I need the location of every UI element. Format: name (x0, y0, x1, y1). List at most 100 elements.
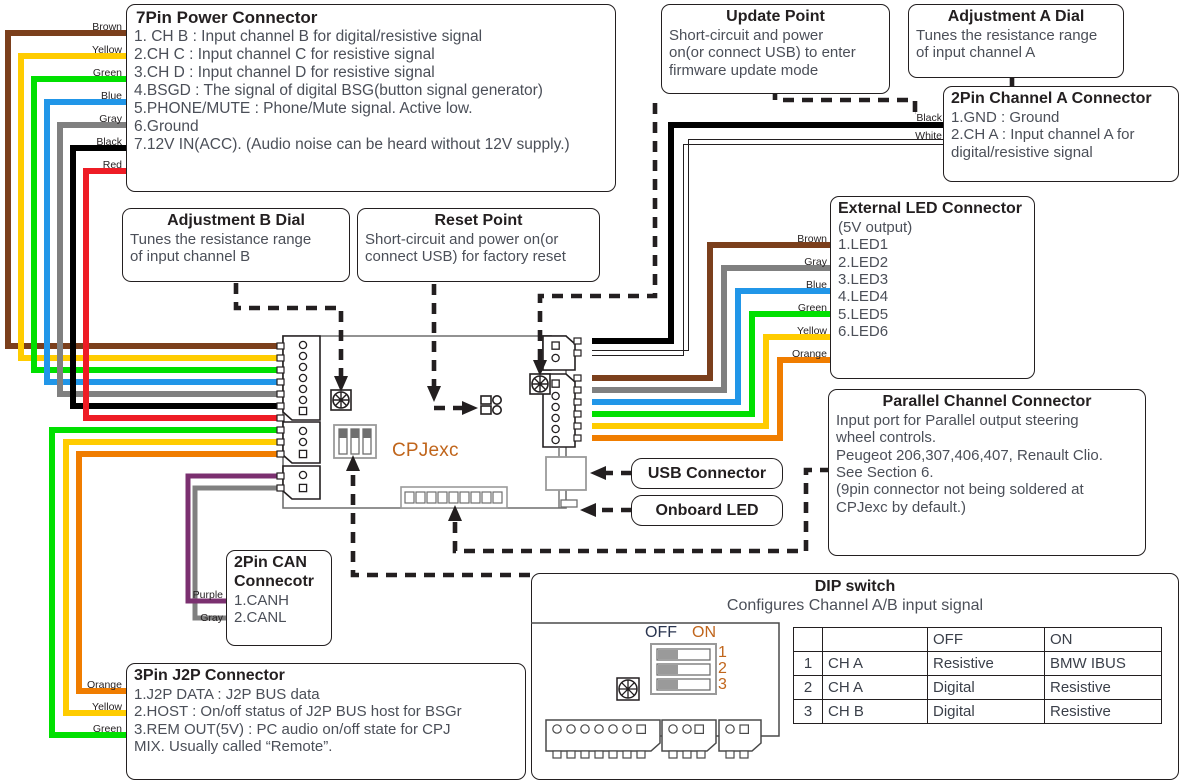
table-cell: 3 (793, 699, 823, 724)
wire-label-orange-bottom: Orange (86, 679, 122, 691)
board-label: CPJexc (392, 440, 459, 461)
callout-title: 3Pin J2P Connector (134, 667, 285, 684)
leader-arrowheads (334, 360, 606, 521)
callout-line: 1.J2P DATA : J2P BUS data (134, 685, 320, 703)
callout-line: 2.LED2 (838, 253, 889, 271)
callout-parallel-channel-connector: Parallel Channel Connector Input port fo… (828, 389, 1146, 556)
callout-line: 5.LED5 (838, 305, 889, 323)
callout-title: Reset Point (434, 212, 523, 229)
dip-off-label: OFF (645, 624, 677, 641)
callout-line: 6.LED6 (838, 323, 889, 341)
callout-line: CPJexc by default.) (836, 498, 967, 516)
trimpot-b (330, 389, 352, 411)
wire-label-black-top: Black (96, 136, 122, 148)
table-cell: CH B (822, 699, 928, 724)
callout-line: Tunes the resistance range (130, 230, 312, 248)
callout-title: Parallel Channel Connector (882, 393, 1092, 410)
callout-line: of input channel A (916, 44, 1036, 62)
callout-line: (9pin connector not being soldered at (836, 481, 1084, 499)
wire-label-purple-can: Purple (192, 589, 223, 601)
callout-line: (5V output) (838, 218, 913, 236)
table-cell: OFF (927, 627, 1045, 652)
wire-label-green-bottom: Green (92, 723, 122, 735)
callout-line: 3.LED3 (838, 271, 889, 289)
dip-switch-table: OFF ON 1 CH A Resistive BMW IBUS 2 CH A … (793, 627, 1162, 724)
table-cell: Resistive (1044, 675, 1162, 700)
dip-switch-subtitle: Configures Channel A/B input signal (726, 596, 984, 614)
callout-line: firmware update mode (669, 61, 819, 79)
callout-title: Adjustment B Dial (167, 212, 305, 229)
table-cell (822, 627, 928, 652)
callout-adjustment-b-dial: Adjustment B Dial Tunes the resistance r… (122, 208, 350, 282)
callout-reset-point: Reset Point Short-circuit and power on(o… (357, 208, 600, 282)
table-header-row: OFF ON (793, 627, 1162, 652)
callout-line: 2.HOST : On/off status of J2P BUS host f… (134, 703, 462, 721)
reset-update-pads (480, 394, 502, 415)
callout-line: 6.Ground (134, 117, 199, 135)
callout-line: 3.REM OUT(5V) : PC audio on/off state fo… (134, 720, 451, 738)
callout-line: 2.CH C : Input channel C for resistive s… (134, 46, 435, 64)
callout-line: of input channel B (130, 248, 251, 266)
callout-title: 2Pin CAN (234, 554, 307, 571)
wire-label-blue-led: Blue (805, 279, 827, 291)
table-cell: CH A (822, 651, 928, 676)
table-row: 2 CH A Digital Resistive (793, 675, 1162, 700)
callout-line: 4.BSGD : The signal of digital BSG(butto… (134, 81, 543, 99)
callout-line: MIX. Usually called “Remote”. (134, 738, 333, 756)
callout-title: Adjustment A Dial (947, 8, 1085, 25)
table-cell: Resistive (927, 651, 1045, 676)
dip-switch-number-2: 2 (718, 660, 727, 677)
callout-onboard-led: Onboard LED (631, 495, 783, 526)
wire-label-red-top: Red (102, 159, 122, 171)
callout-line: digital/resistive signal (951, 143, 1093, 161)
table-row: 1 CH A Resistive BMW IBUS (793, 651, 1162, 676)
table-cell: CH A (822, 675, 928, 700)
wire-label-yellow-led: Yellow (797, 325, 827, 337)
callout-line: Tunes the resistance range (916, 26, 1098, 44)
trimpot-a (529, 373, 551, 395)
callout-update-point: Update Point Short-circuit and power on(… (661, 4, 890, 94)
callout-line: 1.LED1 (838, 236, 889, 254)
callout-2pin-channel-a-connector: 2Pin Channel A Connector 1.GND : Ground … (943, 86, 1179, 182)
callout-line: 2.CANL (234, 609, 287, 627)
callout-line: 2.CH A : Input channel A for (951, 126, 1135, 144)
callout-line: 3.CH D : Input channel D for resistive s… (134, 63, 435, 81)
parallel-footprint (400, 486, 508, 509)
wire-label-green-led: Green (797, 302, 827, 314)
wire-label-green-top: Green (92, 67, 122, 79)
wire-label-yellow-top: Yellow (92, 44, 122, 56)
table-row: 3 CH B Digital Resistive (793, 699, 1162, 724)
usb-connector-label: USB Connector (647, 464, 767, 482)
callout-line: Peugeot 206,307,406,407, Renault Clio. (836, 446, 1103, 464)
wire-label-brown-top: Brown (92, 21, 122, 33)
callout-line: connect USB) for factory reset (365, 248, 566, 266)
callout-7pin-power-connector: 7Pin Power Connector 1. CH B : Input cha… (126, 4, 616, 192)
table-cell (793, 627, 823, 652)
callout-line: wheel controls. (836, 429, 937, 447)
dip-switch-number-3: 3 (718, 676, 727, 693)
dip-switch-title: DIP switch (814, 578, 896, 595)
callout-title: 7Pin Power Connector (136, 8, 318, 27)
callout-line: 1. CH B : Input channel B for digital/re… (134, 28, 483, 46)
callout-line: 5.PHONE/MUTE : Phone/Mute signal. Active… (134, 99, 473, 117)
callout-line: on(or connect USB) to enter (669, 44, 856, 62)
callout-line: Input port for Parallel output steering (836, 411, 1079, 429)
callout-line: Short-circuit and power (669, 26, 824, 44)
wire-label-yellow-bottom: Yellow (92, 701, 122, 713)
callout-usb-connector: USB Connector (631, 458, 783, 489)
wire-label-gray-can: Gray (200, 612, 223, 624)
dip-switch-number-1: 1 (718, 644, 727, 661)
table-cell: Digital (927, 675, 1045, 700)
table-cell: Digital (927, 699, 1045, 724)
callout-2pin-can-connector: 2Pin CAN Connecotr 1.CANH 2.CANL (226, 550, 332, 646)
table-cell: ON (1044, 627, 1162, 652)
callout-title: Update Point (726, 8, 825, 25)
callout-line: Short-circuit and power on(or (365, 230, 559, 248)
wire-label-blue-top: Blue (100, 90, 122, 102)
callout-title: Connecotr (234, 572, 314, 590)
callout-external-led-connector: External LED Connector (5V output) 1.LED… (830, 196, 1035, 379)
wire-label-black-right: Black (916, 112, 942, 124)
pcb-outline (276, 335, 587, 509)
callout-line: 1.GND : Ground (951, 108, 1060, 126)
wire-label-brown-led: Brown (797, 233, 827, 245)
